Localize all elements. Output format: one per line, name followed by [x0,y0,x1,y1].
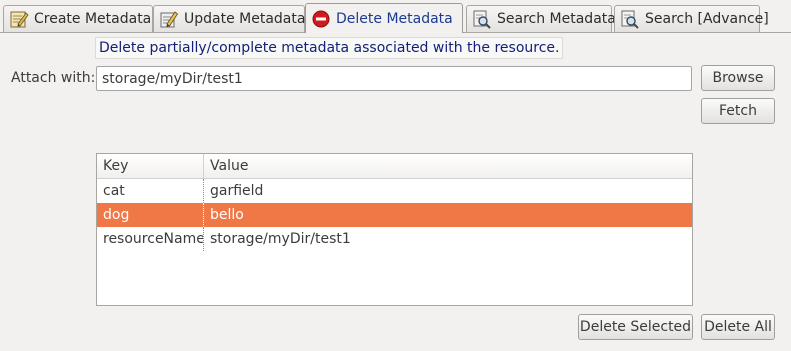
search-advance-icon [620,9,640,29]
row-value-cell[interactable]: garfield [204,179,692,203]
description-text: Delete partially/complete metadata assoc… [95,37,564,59]
browse-button[interactable]: Browse [701,65,775,91]
tab-label: Search Metadata [497,11,616,27]
tab-label: Search [Advance] [645,11,769,27]
table-header: Key Value [97,154,692,179]
row-key-cell[interactable]: resourceName [97,227,204,251]
delete-metadata-icon [311,9,331,29]
tab-update-metadata[interactable]: Update Metadata [153,5,305,32]
table-row[interactable]: resourceName storage/myDir/test1 [97,227,692,251]
row-value-cell[interactable]: storage/myDir/test1 [204,227,692,251]
tab-label: Delete Metadata [336,10,453,27]
tab-bar: Create Metadata Update Metadata Delete M… [0,0,791,35]
row-key-cell[interactable]: dog [97,203,204,227]
tab-search-metadata[interactable]: Search Metadata [466,5,616,32]
metadata-table[interactable]: Key Value cat garfield dog bello resourc… [96,153,693,306]
search-metadata-icon [472,9,492,29]
create-metadata-icon [9,9,29,29]
tab-delete-metadata[interactable]: Delete Metadata [305,3,463,33]
fetch-button[interactable]: Fetch [701,98,775,124]
delete-all-button[interactable]: Delete All [701,314,775,340]
tab-create-metadata[interactable]: Create Metadata [3,5,153,32]
delete-selected-button[interactable]: Delete Selected [578,314,693,340]
tab-label: Update Metadata [184,11,306,27]
table-row[interactable]: cat garfield [97,179,692,203]
update-metadata-icon [159,9,179,29]
column-header-value[interactable]: Value [204,154,692,178]
row-value-cell[interactable]: bello [204,203,692,227]
column-header-key[interactable]: Key [97,154,204,178]
table-row-selected[interactable]: dog bello [97,203,692,227]
tab-label: Create Metadata [34,11,152,27]
attach-label: Attach with: [11,70,96,86]
tab-search-advance[interactable]: Search [Advance] [614,5,769,32]
attach-path-input[interactable] [96,66,692,91]
row-key-cell[interactable]: cat [97,179,204,203]
